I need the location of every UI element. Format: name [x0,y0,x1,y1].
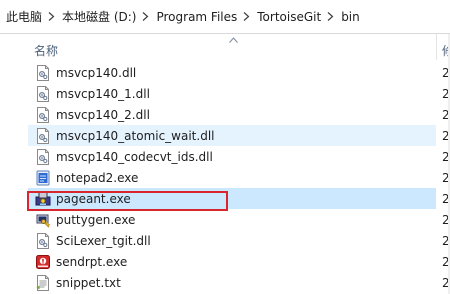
breadcrumb-bin[interactable]: bin [337,10,362,24]
dll-file-icon [35,127,51,144]
file-name: notepad2.exe [56,170,139,185]
file-row[interactable]: msvcp140_1.dll 2 [28,83,450,104]
puttygen-app-icon [35,212,51,228]
dll-file-icon [35,64,51,81]
sendrpt-app-icon [35,254,51,270]
file-row[interactable]: msvcp140_atomic_wait.dll 2 [28,125,450,146]
file-name: msvcp140.dll [56,65,137,80]
pageant-app-icon [35,191,51,207]
file-row[interactable]: pageant.exe 2 [28,188,450,209]
address-breadcrumb[interactable]: 此电脑 本地磁盘 (D:) Program Files TortoiseGit … [0,0,450,34]
file-row[interactable]: puttygen.exe 2 [28,209,450,230]
file-name: msvcp140_codecvt_ids.dll [56,149,213,164]
breadcrumb-chevron-icon[interactable] [44,0,58,34]
breadcrumb-tortoisegit[interactable]: TortoiseGit [253,10,323,24]
file-row[interactable]: snippet.txt 2 [28,272,450,293]
sort-ascending-icon[interactable] [229,37,238,43]
notepad2-app-icon [35,170,51,186]
file-name: pageant.exe [56,191,131,206]
file-name: msvcp140_2.dll [56,107,150,122]
dll-file-icon [35,85,51,102]
column-header-name[interactable]: 名称 [34,42,58,59]
file-name: SciLexer_tgit.dll [56,233,151,248]
file-name: sendrpt.exe [56,254,128,269]
dll-file-icon [35,232,51,249]
dll-file-icon [35,106,51,123]
column-divider[interactable] [436,34,437,60]
column-header-row: 名称 修 [0,34,450,60]
file-name: msvcp140_atomic_wait.dll [56,128,215,143]
file-name: puttygen.exe [56,212,136,227]
text-file-icon [35,274,51,291]
file-row[interactable]: notepad2.exe 2 [28,167,450,188]
breadcrumb-chevron-icon[interactable] [323,0,337,34]
file-name: snippet.txt [56,275,121,290]
file-row[interactable]: msvcp140.dll 2 [28,62,450,83]
breadcrumb-program-files[interactable]: Program Files [152,10,239,24]
breadcrumb-this-pc[interactable]: 此电脑 [0,8,44,25]
file-row[interactable]: msvcp140_codecvt_ids.dll 2 [28,146,450,167]
breadcrumb-chevron-icon[interactable] [239,0,253,34]
breadcrumb-chevron-icon[interactable] [138,0,152,34]
file-row[interactable]: sendrpt.exe 2 [28,251,450,272]
file-row[interactable]: SciLexer_tgit.dll 2 [28,230,450,251]
breadcrumb-local-disk-d[interactable]: 本地磁盘 (D:) [58,8,138,25]
dll-file-icon [35,148,51,165]
file-name: msvcp140_1.dll [56,86,150,101]
file-row[interactable]: msvcp140_2.dll 2 [28,104,450,125]
